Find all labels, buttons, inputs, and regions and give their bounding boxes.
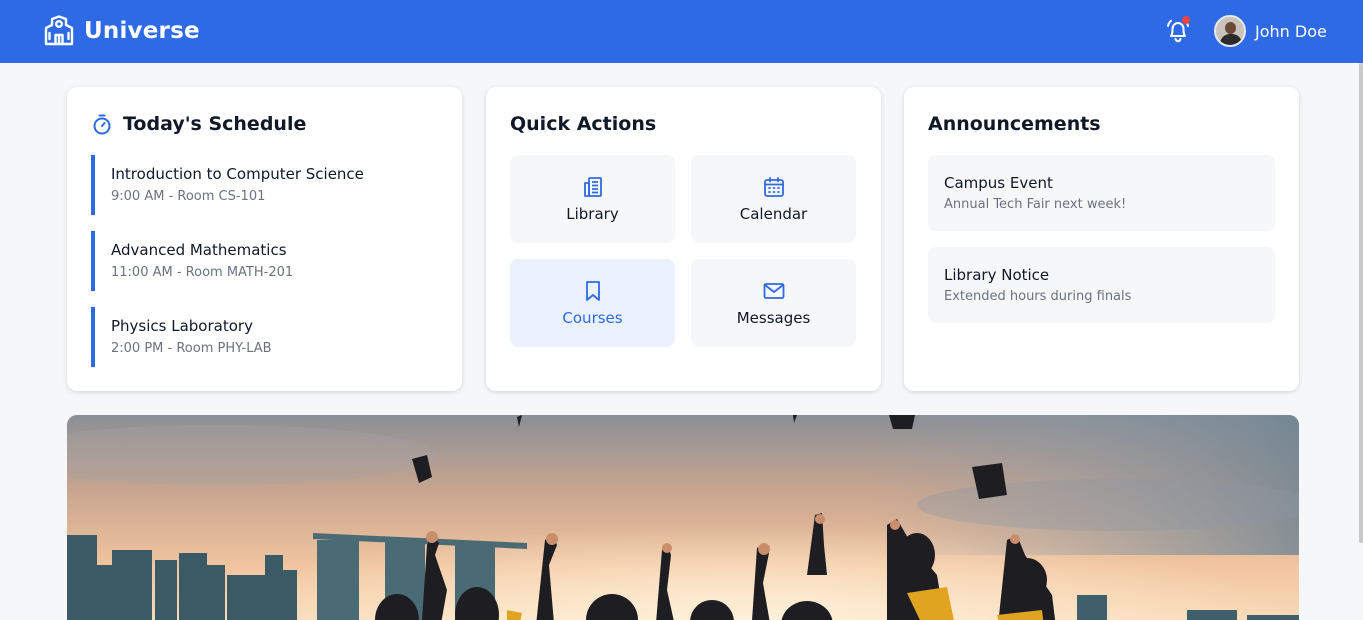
schedule-card: Today's Schedule Introduction to Compute… xyxy=(67,87,462,391)
bookmark-icon xyxy=(585,281,600,301)
top-navbar: Universe John Doe xyxy=(0,0,1363,63)
app-title: Universe xyxy=(84,18,200,44)
messages-button[interactable]: Messages xyxy=(691,259,856,347)
user-menu[interactable]: John Doe xyxy=(1214,15,1327,47)
announcement-body: Extended hours during finals xyxy=(944,289,1132,304)
schedule-title-text: Today's Schedule xyxy=(123,113,307,135)
announcements-title: Announcements xyxy=(928,113,1101,135)
calendar-label: Calendar xyxy=(739,205,808,223)
quick-actions-card: Quick Actions Library Calendar Courses M… xyxy=(486,87,881,391)
course-name: Introduction to Computer Science xyxy=(111,165,364,183)
announcements-card: Announcements Campus Event Annual Tech F… xyxy=(904,87,1299,391)
announcement-title: Library Notice xyxy=(944,266,1050,284)
notification-badge xyxy=(1182,16,1190,24)
brand[interactable]: Universe xyxy=(43,15,200,47)
messages-label: Messages xyxy=(736,309,811,327)
course-name: Advanced Mathematics xyxy=(111,241,287,259)
schedule-item[interactable]: Advanced Mathematics 11:00 AM - Room MAT… xyxy=(91,231,431,291)
courses-button[interactable]: Courses xyxy=(510,259,675,347)
announcements-title-text: Announcements xyxy=(928,113,1101,135)
announcement-item[interactable]: Library Notice Extended hours during fin… xyxy=(928,247,1275,323)
quick-actions-title-text: Quick Actions xyxy=(510,113,657,135)
course-time: 2:00 PM - Room PHY-LAB xyxy=(111,341,272,356)
calendar-button[interactable]: Calendar xyxy=(691,155,856,243)
library-label: Library xyxy=(566,205,619,223)
course-time: 9:00 AM - Room CS-101 xyxy=(111,189,266,204)
course-name: Physics Laboratory xyxy=(111,317,253,335)
page-scrollbar[interactable] xyxy=(1359,63,1363,543)
announcement-item[interactable]: Campus Event Annual Tech Fair next week! xyxy=(928,155,1275,231)
hero-image xyxy=(67,415,1299,620)
avatar xyxy=(1214,15,1246,47)
calendar-icon xyxy=(763,177,784,197)
library-button[interactable]: Library xyxy=(510,155,675,243)
mail-icon xyxy=(763,283,784,299)
notifications-button[interactable] xyxy=(1163,16,1193,46)
library-icon xyxy=(583,177,602,197)
announcement-title: Campus Event xyxy=(944,174,1053,192)
announcement-body: Annual Tech Fair next week! xyxy=(944,197,1127,212)
schedule-title: Today's Schedule xyxy=(91,113,306,135)
user-name: John Doe xyxy=(1255,21,1327,41)
stopwatch-icon xyxy=(93,114,111,135)
courses-label: Courses xyxy=(562,309,623,327)
school-icon xyxy=(44,15,74,46)
schedule-item[interactable]: Physics Laboratory 2:00 PM - Room PHY-LA… xyxy=(91,307,431,367)
quick-actions-title: Quick Actions xyxy=(510,113,656,135)
course-time: 11:00 AM - Room MATH-201 xyxy=(111,265,294,280)
schedule-item[interactable]: Introduction to Computer Science 9:00 AM… xyxy=(91,155,431,215)
